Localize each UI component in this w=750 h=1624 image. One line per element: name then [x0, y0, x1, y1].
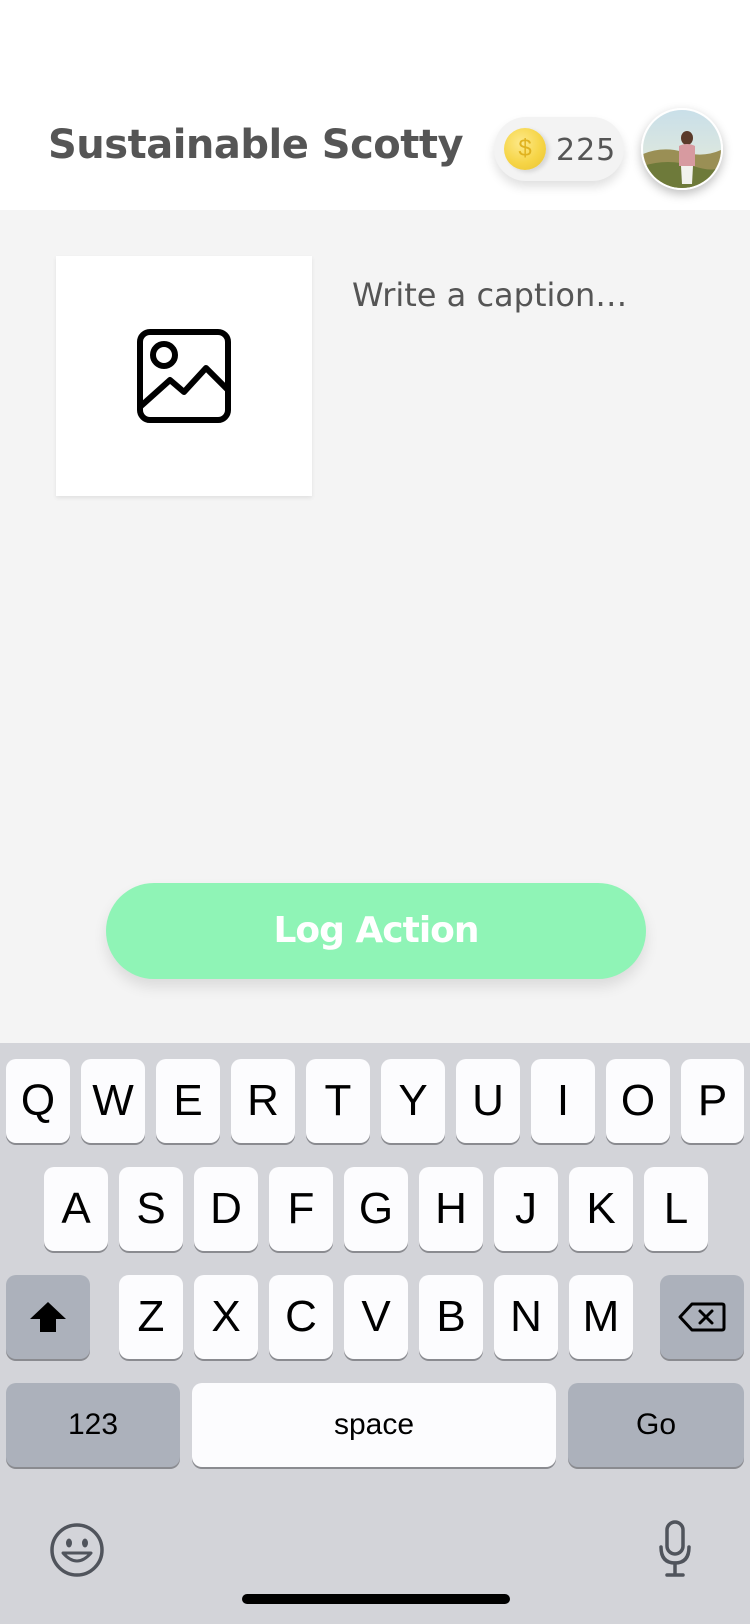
- caption-input[interactable]: [352, 276, 712, 314]
- microphone-icon: [659, 1520, 691, 1577]
- key-t[interactable]: T: [306, 1059, 370, 1143]
- key-s[interactable]: S: [119, 1167, 183, 1251]
- home-indicator[interactable]: [242, 1594, 510, 1604]
- go-key[interactable]: Go: [568, 1383, 744, 1467]
- key-g[interactable]: G: [344, 1167, 408, 1251]
- page-title: Sustainable Scotty: [48, 122, 464, 168]
- dictation-key[interactable]: [658, 1519, 692, 1579]
- key-i[interactable]: I: [531, 1059, 595, 1143]
- key-o[interactable]: O: [606, 1059, 670, 1143]
- key-m[interactable]: M: [569, 1275, 633, 1359]
- key-b[interactable]: B: [419, 1275, 483, 1359]
- key-p[interactable]: P: [681, 1059, 744, 1143]
- log-action-button[interactable]: Log Action: [106, 883, 646, 979]
- key-d[interactable]: D: [194, 1167, 258, 1251]
- coin-count: 225: [556, 133, 617, 168]
- key-y[interactable]: Y: [381, 1059, 445, 1143]
- emoji-icon: [50, 1523, 104, 1577]
- key-q[interactable]: Q: [6, 1059, 70, 1143]
- backspace-key[interactable]: [660, 1275, 744, 1359]
- key-f[interactable]: F: [269, 1167, 333, 1251]
- emoji-key[interactable]: [48, 1521, 106, 1579]
- key-h[interactable]: H: [419, 1167, 483, 1251]
- key-a[interactable]: A: [44, 1167, 108, 1251]
- shift-key[interactable]: [6, 1275, 90, 1359]
- onscreen-keyboard: Q W E R T Y U I O P A S D F G H J K L Z …: [0, 1043, 750, 1624]
- key-r[interactable]: R: [231, 1059, 295, 1143]
- key-j[interactable]: J: [494, 1167, 558, 1251]
- numbers-key[interactable]: 123: [6, 1383, 180, 1467]
- key-u[interactable]: U: [456, 1059, 520, 1143]
- coin-balance-badge[interactable]: $ 225: [494, 117, 624, 181]
- photo-picker[interactable]: [56, 256, 312, 496]
- key-v[interactable]: V: [344, 1275, 408, 1359]
- key-k[interactable]: K: [569, 1167, 633, 1251]
- space-key[interactable]: space: [192, 1383, 556, 1467]
- avatar-photo: [643, 110, 721, 188]
- key-x[interactable]: X: [194, 1275, 258, 1359]
- shift-icon: [30, 1302, 66, 1332]
- app-header: Sustainable Scotty $ 225: [0, 0, 750, 210]
- key-z[interactable]: Z: [119, 1275, 183, 1359]
- key-l[interactable]: L: [644, 1167, 708, 1251]
- coin-symbol: $: [518, 135, 532, 162]
- image-icon: [137, 329, 231, 423]
- avatar[interactable]: [641, 108, 723, 190]
- key-w[interactable]: W: [81, 1059, 145, 1143]
- coin-icon: $: [504, 128, 546, 170]
- key-c[interactable]: C: [269, 1275, 333, 1359]
- backspace-icon: [678, 1302, 726, 1332]
- key-n[interactable]: N: [494, 1275, 558, 1359]
- key-e[interactable]: E: [156, 1059, 220, 1143]
